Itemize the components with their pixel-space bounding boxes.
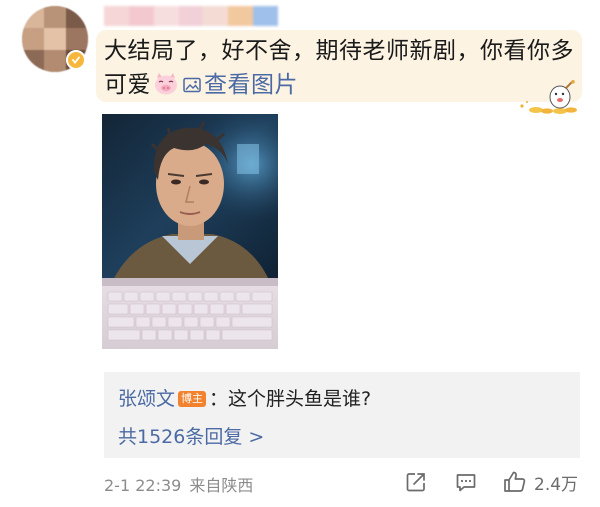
reply-preview[interactable]: 张颂文 博主 ：这个胖头鱼是谁? 共1526条回复 > xyxy=(104,372,580,458)
view-image-link[interactable]: 查看图片 xyxy=(183,72,298,98)
username-blurred[interactable] xyxy=(104,6,279,26)
comment-timestamp: 2-1 22:39 xyxy=(104,476,182,495)
comment-icon xyxy=(454,470,478,494)
image-icon xyxy=(183,69,201,93)
pig-face-emoji-icon xyxy=(153,72,179,96)
mascot-sticker-icon xyxy=(516,80,588,116)
view-image-label: 查看图片 xyxy=(204,72,298,98)
comment-button[interactable] xyxy=(454,468,478,496)
comment-card: 大结局了，好不舍，期待老师新剧，你看你多可爱 查看图片 张颂文 博主 ：这个胖头… xyxy=(0,0,600,507)
attached-photo[interactable] xyxy=(102,114,278,349)
comment-text: 大结局了，好不舍，期待老师新剧，你看你多可爱 查看图片 xyxy=(104,34,574,102)
reply-text: ：这个胖头鱼是谁? xyxy=(209,388,372,410)
thumbs-up-icon xyxy=(502,469,528,495)
share-button[interactable] xyxy=(404,468,428,496)
like-count: 2.4万 xyxy=(534,474,579,495)
share-icon xyxy=(404,470,428,494)
comment-meta: 2-1 22:39 来自陕西 xyxy=(104,472,253,496)
verified-badge-icon xyxy=(66,50,86,70)
blogger-badge: 博主 xyxy=(178,391,207,407)
reply-author-link[interactable]: 张颂文 xyxy=(118,388,175,410)
like-button[interactable]: 2.4万 xyxy=(502,468,578,496)
view-replies-link[interactable]: 共1526条回复 > xyxy=(118,422,264,449)
comment-location: 来自陕西 xyxy=(189,476,254,495)
reply-line: 张颂文 博主 ：这个胖头鱼是谁? xyxy=(118,384,371,411)
